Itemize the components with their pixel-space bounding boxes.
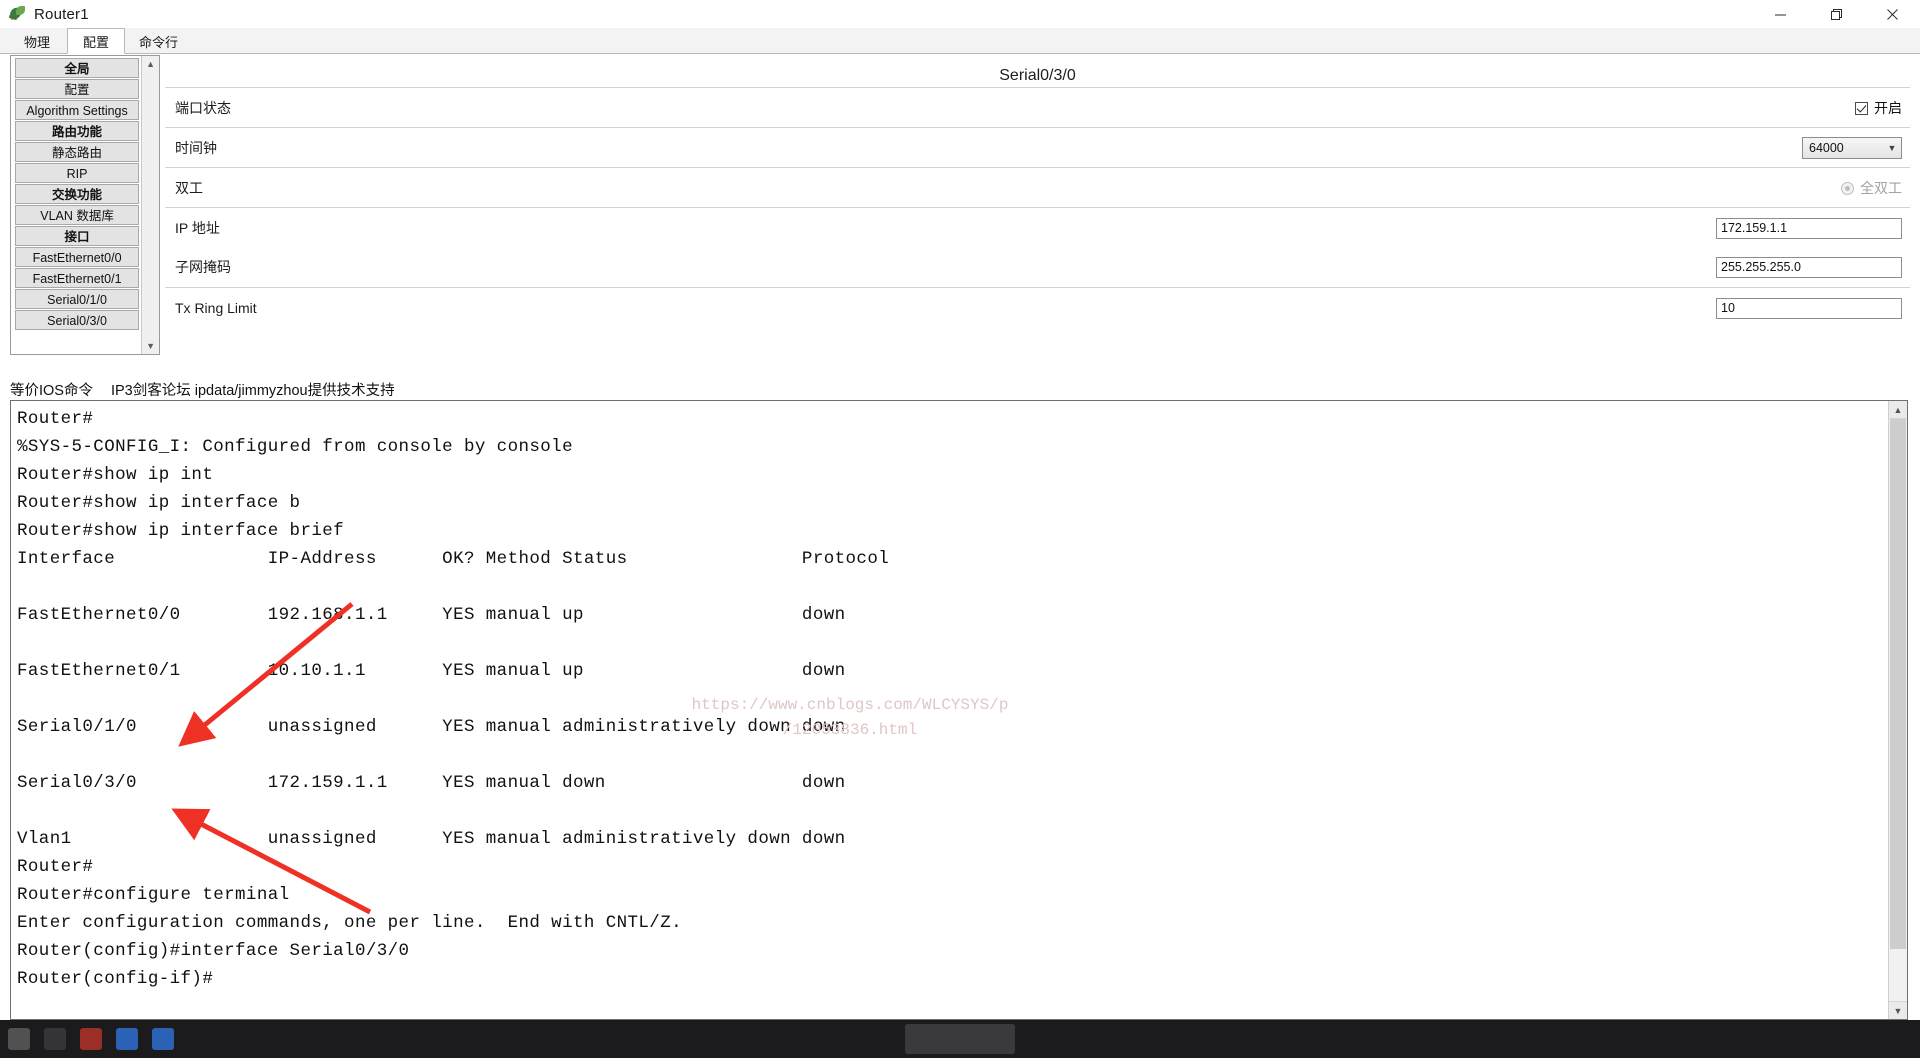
duplex-full-radio: 全双工 — [1841, 178, 1902, 198]
sidebar-item-serial0-3-0[interactable]: Serial0/3/0 — [15, 310, 140, 330]
row-port-status: 端口状态 开启 — [165, 87, 1910, 127]
tx-ring-limit-label: Tx Ring Limit — [175, 299, 257, 316]
maximize-icon[interactable] — [1808, 0, 1864, 28]
ip-address-label: IP 地址 — [175, 219, 220, 236]
taskbar-search-icon[interactable] — [44, 1028, 66, 1050]
port-status-checkbox-label: 开启 — [1874, 100, 1902, 116]
scroll-down-icon[interactable]: ▼ — [142, 338, 159, 354]
clock-rate-select[interactable]: 64000 ▼ — [1802, 137, 1902, 159]
sidebar-item-rip[interactable]: RIP — [15, 163, 140, 183]
taskbar-start-icon[interactable] — [8, 1028, 30, 1050]
minimize-icon[interactable] — [1752, 0, 1808, 28]
sidebar-item-serial0-1-0[interactable]: Serial0/1/0 — [15, 289, 140, 309]
console-scrollbar[interactable]: ▲ ▼ — [1888, 401, 1907, 1019]
port-status-checkbox[interactable]: 开启 — [1855, 98, 1902, 118]
window-titlebar: Router1 — [0, 0, 1920, 29]
sidebar-item-fastethernet0-0[interactable]: FastEthernet0/0 — [15, 247, 140, 267]
row-duplex: 双工 全双工 — [165, 167, 1910, 207]
credit-label: IP3剑客论坛 ipdata/jimmyzhou提供技术支持 — [110, 382, 395, 399]
page-title: Serial0/3/0 — [999, 67, 1076, 84]
tab-cli[interactable]: 命令行 — [126, 28, 192, 53]
duplex-full-label: 全双工 — [1860, 180, 1902, 196]
tabstrip: 物理 配置 命令行 — [0, 28, 1920, 54]
sidebar-item-global[interactable]: 全局 — [15, 58, 140, 78]
row-subnet-mask: 子网掩码 255.255.255.0 — [165, 247, 1910, 287]
checkbox-checked-icon[interactable] — [1855, 101, 1868, 115]
sidebar-item-switching[interactable]: 交换功能 — [15, 184, 140, 204]
ip-address-input[interactable]: 172.159.1.1 — [1716, 217, 1902, 239]
tx-ring-limit-input[interactable]: 10 — [1716, 297, 1902, 319]
console-text: Router# %SYS-5-CONFIG_I: Configured from… — [17, 409, 890, 989]
interface-config-form: Serial0/3/0 端口状态 开启 时间钟 64000 ▼ 双工 全双工 I… — [165, 55, 1910, 355]
sidebar-item-algorithm-settings[interactable]: Algorithm Settings — [15, 100, 140, 120]
packet-tracer-device-window: Router1 物理 配置 命令行 全局 配置 Algorithm Settin… — [0, 0, 1920, 1058]
row-tx-ring-limit: Tx Ring Limit 10 — [165, 287, 1910, 327]
config-tree: 全局 配置 Algorithm Settings 路由功能 静态路由 RIP 交… — [11, 56, 141, 354]
config-tree-scrollbar[interactable]: ▲ ▼ — [141, 56, 159, 354]
window-title: Router1 — [34, 5, 89, 23]
chevron-down-icon[interactable]: ▼ — [1883, 143, 1901, 153]
equivalent-ios-label: 等价IOS命令 — [10, 382, 93, 399]
sidebar-item-fastethernet0-1[interactable]: FastEthernet0/1 — [15, 268, 140, 288]
os-taskbar — [0, 1020, 1920, 1058]
console-scroll-down-icon[interactable]: ▼ — [1889, 1001, 1907, 1019]
taskbar-active-window[interactable] — [905, 1024, 1015, 1054]
taskbar-app-icon-2[interactable] — [116, 1028, 138, 1050]
tab-physical[interactable]: 物理 — [8, 28, 66, 53]
ios-console-output[interactable]: Router# %SYS-5-CONFIG_I: Configured from… — [10, 400, 1908, 1020]
clock-rate-value: 64000 — [1809, 141, 1844, 155]
sidebar-item-routing[interactable]: 路由功能 — [15, 121, 140, 141]
window-controls — [1752, 0, 1920, 28]
row-clock-rate: 时间钟 64000 ▼ — [165, 127, 1910, 167]
subnet-mask-input[interactable]: 255.255.255.0 — [1716, 256, 1902, 278]
console-scroll-up-icon[interactable]: ▲ — [1889, 401, 1907, 419]
scroll-up-icon[interactable]: ▲ — [142, 56, 159, 72]
equivalent-ios-commands-bar: 等价IOS命令 IP3剑客论坛 ipdata/jimmyzhou提供技术支持 — [10, 378, 1910, 400]
clock-rate-label: 时间钟 — [175, 139, 217, 156]
sidebar-item-static-routes[interactable]: 静态路由 — [15, 142, 140, 162]
packet-tracer-leaf-icon — [8, 4, 28, 24]
console-scroll-thumb[interactable] — [1890, 419, 1906, 949]
duplex-label: 双工 — [175, 179, 203, 196]
subnet-mask-label: 子网掩码 — [175, 259, 231, 275]
sidebar-item-settings[interactable]: 配置 — [15, 79, 140, 99]
config-content: 全局 配置 Algorithm Settings 路由功能 静态路由 RIP 交… — [0, 55, 1920, 375]
tab-config[interactable]: 配置 — [67, 28, 125, 54]
sidebar-item-vlan-database[interactable]: VLAN 数据库 — [15, 205, 140, 225]
sidebar-item-interface[interactable]: 接口 — [15, 226, 140, 246]
taskbar-app-icon-3[interactable] — [152, 1028, 174, 1050]
taskbar-app-icon-1[interactable] — [80, 1028, 102, 1050]
close-icon[interactable] — [1864, 0, 1920, 28]
row-ip-address: IP 地址 172.159.1.1 — [165, 207, 1910, 247]
radio-selected-icon — [1841, 181, 1854, 195]
port-status-label: 端口状态 — [175, 99, 231, 116]
config-tree-panel: 全局 配置 Algorithm Settings 路由功能 静态路由 RIP 交… — [10, 55, 160, 355]
